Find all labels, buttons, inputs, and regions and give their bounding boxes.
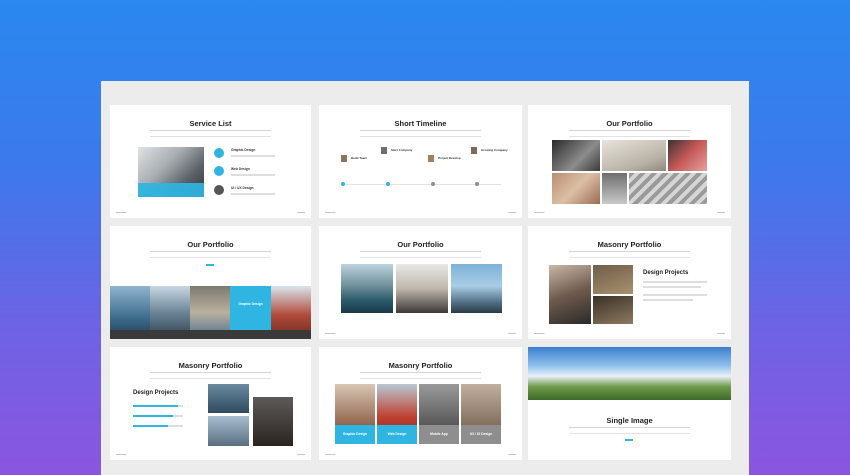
- slide-our-portfolio-strip[interactable]: Our Portfolio Graphic Design: [110, 226, 311, 339]
- slide-footer-left: ▬▬▬▬: [325, 211, 336, 214]
- milestone-label: Build Team: [351, 156, 367, 160]
- progress-fill: [133, 425, 168, 427]
- timeline-dot: [431, 182, 435, 186]
- timeline-dot: [475, 182, 479, 186]
- photo-caption-bar: [138, 183, 204, 197]
- monitor-icon: [214, 166, 224, 176]
- slide-masonry-portfolio-b[interactable]: Masonry Portfolio Design Projects ▬▬▬▬ ▬…: [110, 347, 311, 460]
- slide-our-portfolio-grid[interactable]: Our Portfolio ▬▬▬▬ ▬▬▬: [528, 105, 731, 218]
- slide-title: Our Portfolio: [606, 119, 653, 128]
- portfolio-photo: [253, 397, 293, 446]
- landscape-photo: [528, 347, 731, 400]
- slide-subtitle-lines: [568, 251, 691, 258]
- slide-masonry-portfolio-c[interactable]: Masonry Portfolio Graphic Design Web Des…: [319, 347, 522, 460]
- slide-footer-left: ▬▬▬▬: [325, 332, 336, 335]
- milestone-label: Start Company: [391, 148, 413, 152]
- slide-footer-right: ▬▬▬: [297, 453, 305, 456]
- portfolio-photo: [341, 264, 393, 313]
- avatar: [381, 147, 387, 154]
- feature-label: Graphic Design: [238, 302, 263, 306]
- title-accent-bar: [625, 439, 633, 441]
- display-icon: [214, 148, 224, 158]
- portfolio-photo: [208, 384, 249, 413]
- portfolio-photo: [602, 140, 666, 171]
- service-label: UI / UX Design: [231, 186, 254, 190]
- slide-short-timeline[interactable]: Short Timeline Build Team Start Company …: [319, 105, 522, 218]
- timeline-dot: [386, 182, 390, 186]
- body-text: [643, 286, 701, 288]
- slide-footer-right: ▬▬▬: [717, 332, 725, 335]
- body-text: [643, 294, 707, 296]
- body-text: [643, 299, 693, 301]
- slide-footer-right: ▬▬▬: [508, 453, 516, 456]
- slide-footer-left: ▬▬▬▬: [325, 453, 336, 456]
- progress-fill: [133, 415, 173, 417]
- avatar: [428, 155, 434, 162]
- milestone-label: Growing Company: [481, 148, 508, 152]
- slide-footer-right: ▬▬▬: [717, 211, 725, 214]
- portfolio-photo: [396, 264, 448, 313]
- avatar: [341, 155, 347, 162]
- slide-title: Our Portfolio: [187, 240, 234, 249]
- slide-title: Masonry Portfolio: [178, 361, 243, 370]
- slide-subtitle-lines: [359, 130, 482, 137]
- portfolio-photo: [549, 265, 591, 324]
- slide-footer-right: ▬▬▬: [508, 211, 516, 214]
- slide-subtitle-lines: [359, 251, 482, 258]
- portfolio-photo: [552, 140, 600, 171]
- slide-single-image[interactable]: Single Image: [528, 347, 731, 460]
- slide-service-list[interactable]: Service List Graphic Design Web Design U…: [110, 105, 311, 218]
- service-text: [231, 155, 275, 157]
- portfolio-photo: [593, 265, 633, 294]
- body-text: [643, 281, 707, 283]
- service-label: Web Design: [231, 167, 250, 171]
- timeline-dot: [341, 182, 345, 186]
- slide-footer-left: ▬▬▬▬: [116, 453, 127, 456]
- portfolio-photo: [668, 140, 707, 171]
- slide-subtitle-lines: [150, 372, 271, 379]
- service-label: Graphic Design: [231, 148, 256, 152]
- slide-subtitle-lines: [568, 130, 691, 137]
- title-accent-bar: [206, 264, 214, 266]
- slide-footer-right: ▬▬▬: [297, 211, 305, 214]
- slide-title: Masonry Portfolio: [388, 361, 453, 370]
- strip-footer-bar: [110, 330, 311, 339]
- slide-footer-left: ▬▬▬▬: [116, 211, 127, 214]
- service-text: [231, 193, 275, 195]
- milestone-label: Project Develop: [438, 156, 461, 160]
- tile-caption: UX / UI Design: [469, 432, 493, 436]
- slide-footer-right: ▬▬▬: [508, 332, 516, 335]
- portfolio-photo: [208, 416, 249, 446]
- slide-title: Short Timeline: [394, 119, 447, 128]
- section-heading: Design Projects: [133, 390, 179, 396]
- section-heading: Design Projects: [643, 270, 689, 276]
- portfolio-photo: [593, 296, 633, 324]
- slide-masonry-portfolio-a[interactable]: Masonry Portfolio Design Projects ▬▬▬▬ ▬…: [528, 226, 731, 339]
- tile-caption: Graphic Design: [342, 432, 368, 436]
- portfolio-photo: [629, 173, 707, 204]
- portfolio-photo: [451, 264, 502, 313]
- slide-our-portfolio-three[interactable]: Our Portfolio ▬▬▬▬ ▬▬▬: [319, 226, 522, 339]
- progress-fill: [133, 405, 178, 407]
- slide-footer-left: ▬▬▬▬: [534, 332, 545, 335]
- slide-subtitle-lines: [568, 427, 691, 434]
- slide-subtitle-lines: [150, 130, 271, 137]
- service-text: [231, 174, 275, 176]
- slide-subtitle-lines: [359, 372, 482, 379]
- tile-caption: Web Design: [387, 432, 407, 436]
- slide-title: Our Portfolio: [397, 240, 444, 249]
- slide-subtitle-lines: [150, 251, 271, 258]
- slide-title: Single Image: [606, 416, 653, 425]
- portfolio-photo: [552, 173, 600, 204]
- slide-title: Service List: [189, 119, 232, 128]
- slide-title: Masonry Portfolio: [597, 240, 662, 249]
- avatar: [471, 147, 477, 154]
- portfolio-photo: [602, 173, 627, 204]
- tile-caption: Mobile App: [430, 432, 448, 436]
- mobile-icon: [214, 185, 224, 195]
- slide-overview-board: Service List Graphic Design Web Design U…: [101, 81, 749, 475]
- slide-footer-left: ▬▬▬▬: [534, 211, 545, 214]
